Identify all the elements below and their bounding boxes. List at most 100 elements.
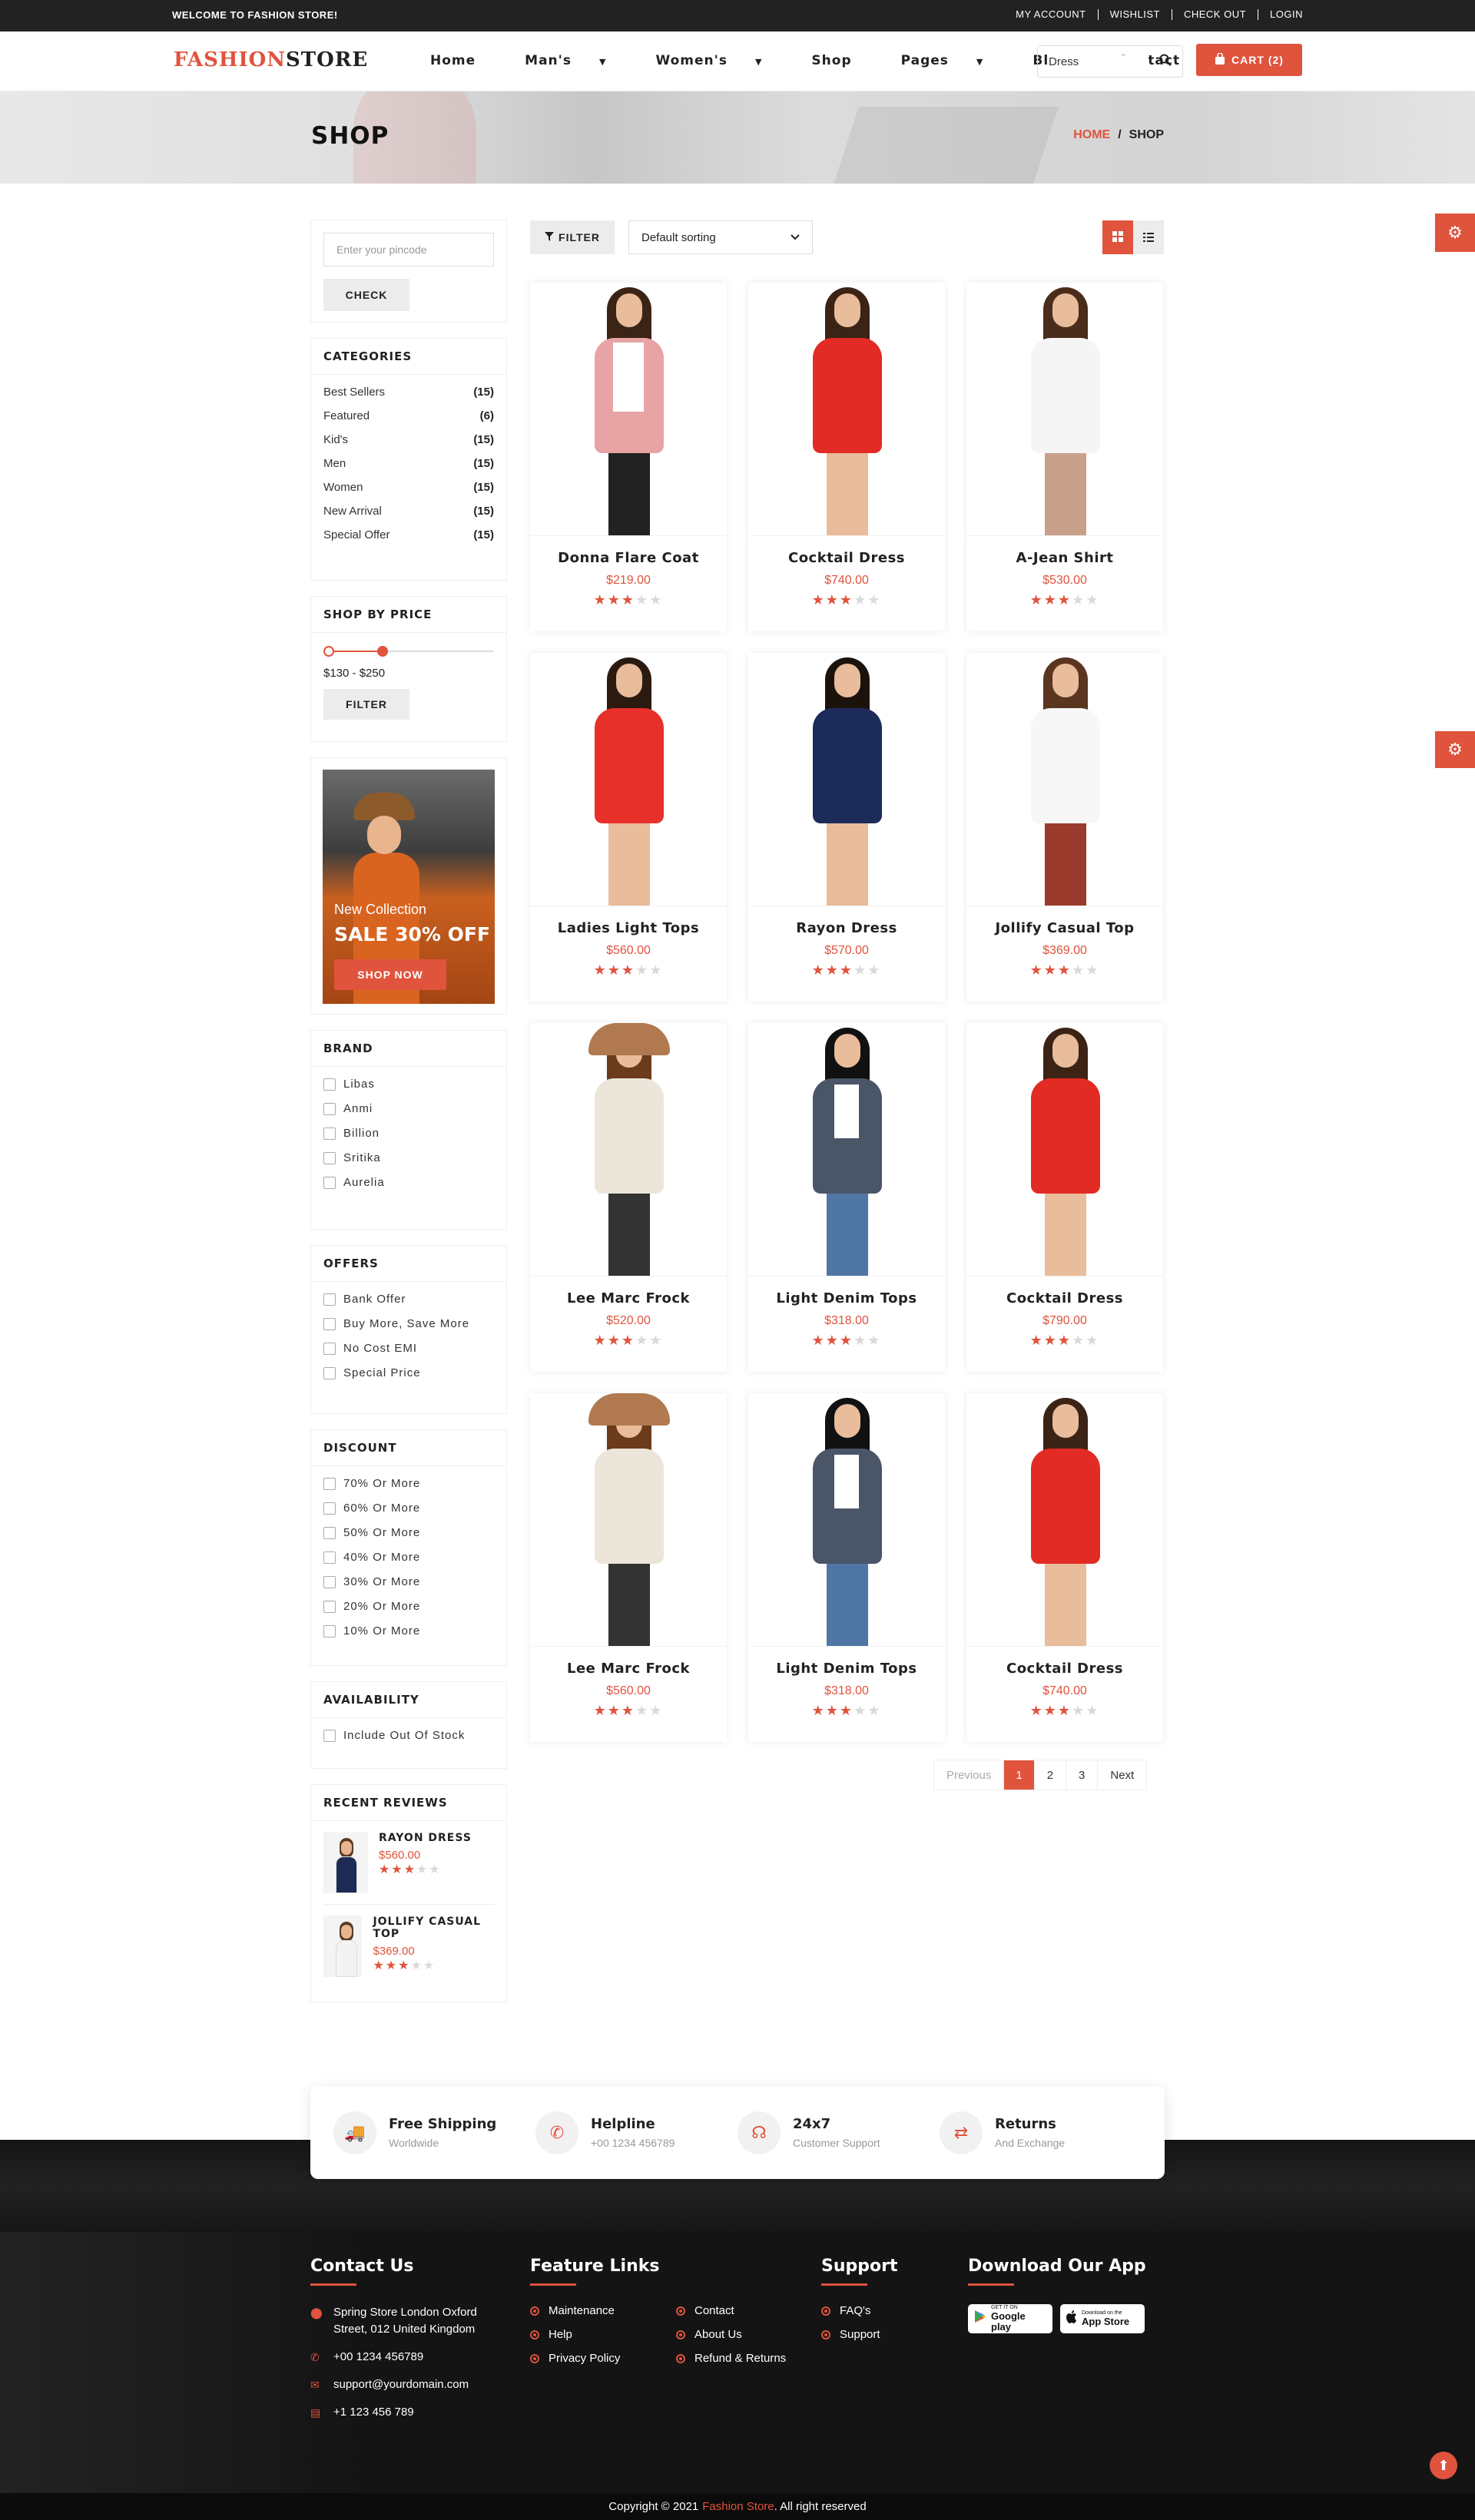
login-link[interactable]: LOGIN	[1258, 9, 1303, 20]
product-image[interactable]	[748, 653, 945, 906]
checkbox[interactable]	[323, 1342, 336, 1355]
category-item[interactable]: Men (15)	[323, 457, 494, 470]
breadcrumb-home[interactable]: HOME	[1073, 128, 1110, 142]
wishlist-link[interactable]: WISHLIST	[1099, 9, 1172, 20]
product-name[interactable]: A-Jean Shirt	[966, 550, 1163, 566]
product-name[interactable]: Cocktail Dress	[966, 1661, 1163, 1677]
product-card[interactable]: Light Denim Tops $318.00 ★★★★★	[748, 1023, 945, 1372]
search-icon[interactable]	[1159, 54, 1172, 69]
product-name[interactable]: Light Denim Tops	[748, 1661, 945, 1677]
logo[interactable]: FA SHION STORE	[174, 48, 368, 71]
discount-option[interactable]: 40% Or More	[323, 1551, 494, 1564]
checkout-link[interactable]: CHECK OUT	[1172, 9, 1259, 20]
product-card[interactable]: Rayon Dress $570.00 ★★★★★	[748, 653, 945, 1002]
product-name[interactable]: Light Denim Tops	[748, 1290, 945, 1306]
product-card[interactable]: Ladies Light Tops $560.00 ★★★★★	[530, 653, 727, 1002]
back-to-top-button[interactable]: ⬆	[1430, 2452, 1457, 2479]
checkbox[interactable]	[323, 1729, 336, 1742]
nav-item-home[interactable]: Home	[430, 53, 500, 68]
checkbox[interactable]	[323, 1078, 336, 1091]
product-card[interactable]: A-Jean Shirt $530.00 ★★★★★	[966, 283, 1163, 631]
product-name[interactable]: Lee Marc Frock	[530, 1661, 727, 1677]
checkbox[interactable]	[323, 1317, 336, 1330]
sort-select[interactable]: Default sorting	[628, 220, 813, 254]
category-item[interactable]: Special Offer (15)	[323, 528, 494, 541]
footer-link[interactable]: About Us	[676, 2328, 786, 2341]
search-input[interactable]	[1049, 55, 1149, 68]
brand-option[interactable]: Sritika	[323, 1151, 494, 1164]
product-card[interactable]: Light Denim Tops $318.00 ★★★★★	[748, 1393, 945, 1742]
product-card[interactable]: Cocktail Dress $740.00 ★★★★★	[966, 1393, 1163, 1742]
product-image[interactable]	[748, 1023, 945, 1277]
discount-option[interactable]: 30% Or More	[323, 1575, 494, 1588]
checkbox[interactable]	[323, 1575, 336, 1588]
checkbox[interactable]	[323, 1176, 336, 1189]
offer-option[interactable]: Buy More, Save More	[323, 1317, 494, 1330]
category-item[interactable]: Kid's (15)	[323, 433, 494, 446]
product-name[interactable]: Donna Flare Coat	[530, 550, 727, 566]
product-image[interactable]	[966, 1393, 1163, 1647]
price-filter-button[interactable]: FILTER	[323, 689, 409, 720]
nav-item-womens[interactable]: Women's ▼	[655, 53, 787, 68]
promo-banner[interactable]: New Collection SALE 30% OFF SHOP NOW	[323, 770, 495, 1004]
nav-item-mans[interactable]: Man's ▼	[525, 53, 631, 68]
slider-handle-max[interactable]	[377, 646, 388, 657]
price-slider[interactable]	[323, 644, 494, 659]
offer-option[interactable]: Bank Offer	[323, 1293, 494, 1306]
list-view-button[interactable]	[1133, 220, 1164, 254]
product-card[interactable]: Donna Flare Coat $219.00 ★★★★★	[530, 283, 727, 631]
check-button[interactable]: CHECK	[323, 279, 409, 311]
product-name[interactable]: Rayon Dress	[748, 920, 945, 936]
category-item[interactable]: Featured (6)	[323, 409, 494, 422]
footer-link[interactable]: Privacy Policy	[530, 2352, 676, 2365]
product-image[interactable]	[748, 1393, 945, 1647]
category-item[interactable]: Women (15)	[323, 481, 494, 494]
checkbox[interactable]	[323, 1293, 336, 1306]
footer-link[interactable]: Help	[530, 2328, 676, 2341]
page-1-button[interactable]: 1	[1004, 1760, 1035, 1790]
discount-option[interactable]: 60% Or More	[323, 1502, 494, 1515]
product-image[interactable]	[966, 1023, 1163, 1277]
review-thumbnail[interactable]	[323, 1832, 368, 1893]
product-name[interactable]: Cocktail Dress	[966, 1290, 1163, 1306]
offer-option[interactable]: No Cost EMI	[323, 1342, 494, 1355]
checkbox[interactable]	[323, 1127, 336, 1140]
review-item[interactable]: RAYON DRESS $560.00 ★★★★★	[323, 1832, 494, 1905]
product-name[interactable]: Ladies Light Tops	[530, 920, 727, 936]
product-card[interactable]: Lee Marc Frock $520.00 ★★★★★	[530, 1023, 727, 1372]
review-thumbnail[interactable]	[323, 1916, 363, 1977]
footer-phone[interactable]: +00 1234 456789	[333, 2349, 423, 2366]
settings-tab[interactable]: ⚙	[1435, 214, 1475, 252]
checkbox[interactable]	[323, 1600, 336, 1613]
product-image[interactable]	[530, 1023, 727, 1277]
page-3-button[interactable]: 3	[1066, 1760, 1099, 1790]
product-card[interactable]: Lee Marc Frock $560.00 ★★★★★	[530, 1393, 727, 1742]
slider-handle-min[interactable]	[323, 646, 334, 657]
product-image[interactable]	[966, 653, 1163, 906]
brand-option[interactable]: Anmi	[323, 1102, 494, 1115]
product-image[interactable]	[530, 653, 727, 906]
product-name[interactable]: Lee Marc Frock	[530, 1290, 727, 1306]
checkbox[interactable]	[323, 1151, 336, 1164]
footer-link[interactable]: Refund & Returns	[676, 2352, 786, 2365]
checkbox[interactable]	[323, 1624, 336, 1638]
page-2-button[interactable]: 2	[1035, 1760, 1067, 1790]
app-store-badge[interactable]: Download on the App Store	[1060, 2304, 1145, 2333]
nav-item-shop[interactable]: Shop	[811, 53, 876, 68]
discount-option[interactable]: 70% Or More	[323, 1477, 494, 1490]
brand-option[interactable]: Billion	[323, 1127, 494, 1140]
review-product-name[interactable]: JOLLIFY CASUAL TOP	[373, 1916, 494, 1940]
checkbox[interactable]	[323, 1526, 336, 1539]
brand-option[interactable]: Libas	[323, 1078, 494, 1091]
category-item[interactable]: New Arrival (15)	[323, 505, 494, 518]
previous-page-button[interactable]: Previous	[934, 1760, 1005, 1790]
product-image[interactable]	[530, 1393, 727, 1647]
next-page-button[interactable]: Next	[1098, 1760, 1146, 1790]
offer-option[interactable]: Special Price	[323, 1366, 494, 1379]
footer-email[interactable]: support@yourdomain.com	[333, 2376, 469, 2393]
product-image[interactable]	[748, 283, 945, 536]
product-name[interactable]: Cocktail Dress	[748, 550, 945, 566]
settings-tab-2[interactable]: ⚙	[1435, 731, 1475, 768]
product-card[interactable]: Jollify Casual Top $369.00 ★★★★★	[966, 653, 1163, 1002]
checkbox[interactable]	[323, 1477, 336, 1490]
